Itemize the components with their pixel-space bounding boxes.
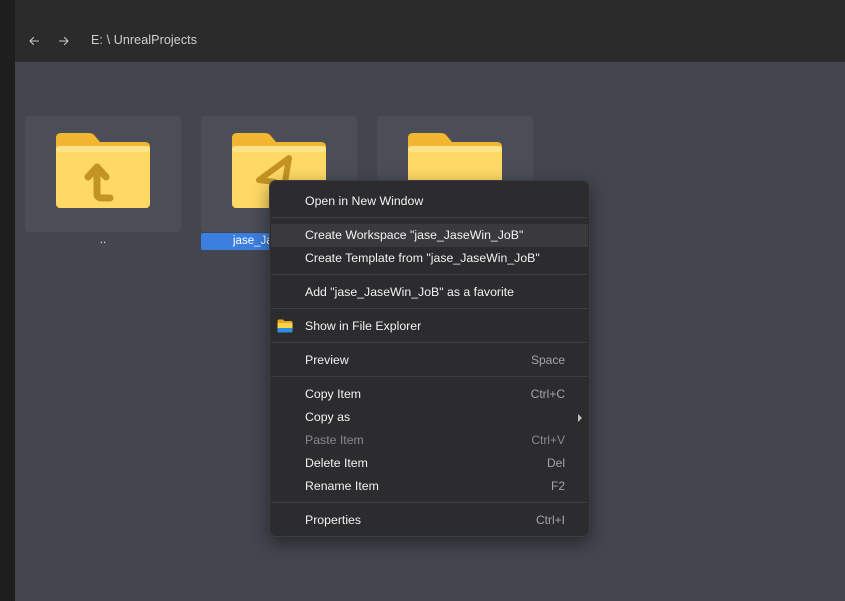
left-edge-strip [0, 0, 15, 601]
menu-item-rename-item[interactable]: Rename Item F2 [271, 475, 588, 498]
folder-up-icon [56, 133, 150, 208]
arrow-left-icon [29, 36, 40, 46]
menu-separator [271, 376, 588, 377]
arrow-right-icon [58, 36, 69, 46]
menu-separator [271, 217, 588, 218]
back-button[interactable] [24, 31, 44, 51]
menu-item-open-new-window[interactable]: Open in New Window [271, 190, 588, 213]
file-explorer-icon [277, 319, 293, 333]
menu-item-copy-as[interactable]: Copy as [271, 406, 588, 429]
menu-item-delete-item[interactable]: Delete Item Del [271, 452, 588, 475]
folder-label-parent: .. [99, 234, 107, 246]
forward-button[interactable] [54, 31, 74, 51]
menu-item-preview[interactable]: Preview Space [271, 349, 588, 372]
menu-item-properties[interactable]: Properties Ctrl+I [271, 509, 588, 532]
file-browser-window: E: \ UnrealProjects .. jase_Ja Open in N… [0, 0, 845, 601]
menu-separator [271, 274, 588, 275]
address-path[interactable]: E: \ UnrealProjects [91, 33, 197, 47]
menu-separator [271, 342, 588, 343]
toolbar: E: \ UnrealProjects [15, 0, 845, 62]
menu-item-paste-item[interactable]: Paste Item Ctrl+V [271, 429, 588, 452]
menu-item-copy-item[interactable]: Copy Item Ctrl+C [271, 383, 588, 406]
menu-separator [271, 502, 588, 503]
submenu-arrow-icon [578, 414, 582, 422]
folder-tile-parent[interactable] [25, 116, 181, 232]
context-menu: Open in New Window Create Workspace "jas… [269, 180, 590, 537]
menu-item-show-in-explorer[interactable]: Show in File Explorer [271, 315, 588, 338]
menu-separator [271, 308, 588, 309]
menu-item-create-workspace[interactable]: Create Workspace "jase_JaseWin_JoB" [271, 224, 588, 247]
menu-item-create-template[interactable]: Create Template from "jase_JaseWin_JoB" [271, 247, 588, 270]
menu-item-add-favorite[interactable]: Add "jase_JaseWin_JoB" as a favorite [271, 281, 588, 304]
